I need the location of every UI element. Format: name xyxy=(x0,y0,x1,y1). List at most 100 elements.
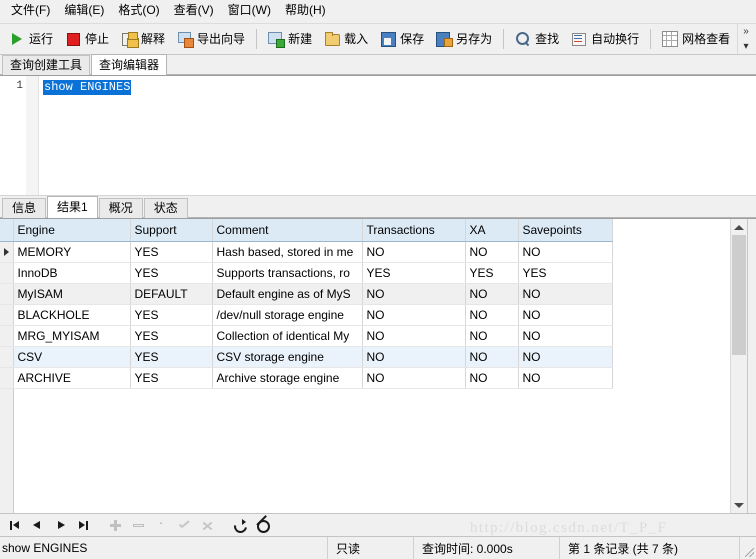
column-header-engine[interactable]: Engine xyxy=(13,219,131,242)
column-header-comment[interactable]: Comment xyxy=(212,219,363,242)
cell-transactions[interactable]: NO xyxy=(362,304,466,326)
cell-xa[interactable]: NO xyxy=(465,325,519,347)
table-row[interactable]: BLACKHOLE YES /dev/null storage engine N… xyxy=(0,304,613,326)
scroll-down-button[interactable] xyxy=(731,497,747,513)
menu-item-edit[interactable]: 编辑(E) xyxy=(57,1,111,21)
cell-transactions[interactable]: NO xyxy=(362,367,466,389)
menu-item-view[interactable]: 查看(V) xyxy=(167,1,221,21)
table-row[interactable]: CSV YES CSV storage engine NO NO NO xyxy=(0,346,613,368)
cell-comment[interactable]: Supports transactions, ro xyxy=(212,262,363,284)
tab-query-builder[interactable]: 查询创建工具 xyxy=(2,55,91,75)
tab-messages[interactable]: 信息 xyxy=(2,198,47,218)
sql-text-area[interactable]: show ENGINES xyxy=(39,76,756,195)
cell-support[interactable]: YES xyxy=(130,304,213,326)
result-grid-scroll[interactable]: Engine Support Comment Transactions XA S… xyxy=(0,219,730,513)
cell-savepoints[interactable]: YES xyxy=(518,262,613,284)
grid-view-button[interactable]: 网格查看 xyxy=(656,26,736,52)
cell-support[interactable]: YES xyxy=(130,241,213,263)
tab-result-1[interactable]: 结果1 xyxy=(47,196,98,218)
explain-button[interactable]: 解释 xyxy=(115,26,171,52)
cell-engine[interactable]: ARCHIVE xyxy=(13,367,131,389)
table-row[interactable]: MEMORY YES Hash based, stored in me NO N… xyxy=(0,241,613,263)
cell-support[interactable]: YES xyxy=(130,262,213,284)
table-row[interactable]: InnoDB YES Supports transactions, ro YES… xyxy=(0,262,613,284)
export-wizard-button[interactable]: 导出向导 xyxy=(171,26,251,52)
cell-transactions[interactable]: YES xyxy=(362,262,466,284)
new-query-button[interactable]: 新建 xyxy=(262,26,318,52)
column-header-xa[interactable]: XA xyxy=(465,219,519,242)
first-record-button[interactable] xyxy=(4,515,25,535)
cell-support[interactable]: DEFAULT xyxy=(130,283,213,305)
column-header-savepoints[interactable]: Savepoints xyxy=(518,219,613,242)
menu-item-window[interactable]: 窗口(W) xyxy=(221,1,278,21)
last-record-button[interactable] xyxy=(73,515,94,535)
cell-savepoints[interactable]: NO xyxy=(518,283,613,305)
cell-engine[interactable]: MRG_MYISAM xyxy=(13,325,131,347)
cell-transactions[interactable]: NO xyxy=(362,325,466,347)
cell-savepoints[interactable]: NO xyxy=(518,241,613,263)
cell-transactions[interactable]: NO xyxy=(362,346,466,368)
toolbar-overflow-button[interactable]: » ▾ xyxy=(737,24,754,54)
cell-engine[interactable]: BLACKHOLE xyxy=(13,304,131,326)
find-button[interactable]: 查找 xyxy=(509,26,565,52)
cell-xa[interactable]: NO xyxy=(465,241,519,263)
refresh-button[interactable] xyxy=(229,515,250,535)
table-row[interactable]: ARCHIVE YES Archive storage engine NO NO… xyxy=(0,367,613,389)
cell-transactions[interactable]: NO xyxy=(362,241,466,263)
cell-support[interactable]: YES xyxy=(130,367,213,389)
cell-engine[interactable]: InnoDB xyxy=(13,262,131,284)
row-indicator xyxy=(0,304,14,326)
sql-selected-text[interactable]: show ENGINES xyxy=(43,80,132,95)
scroll-track[interactable] xyxy=(731,235,747,497)
cell-xa[interactable]: NO xyxy=(465,283,519,305)
tab-query-editor[interactable]: 查询编辑器 xyxy=(91,54,168,75)
cell-xa[interactable]: NO xyxy=(465,346,519,368)
table-row[interactable]: MRG_MYISAM YES Collection of identical M… xyxy=(0,325,613,347)
cell-comment[interactable]: Archive storage engine xyxy=(212,367,363,389)
cell-xa[interactable]: YES xyxy=(465,262,519,284)
save-as-button[interactable]: 另存为 xyxy=(430,26,498,52)
table-row[interactable]: MyISAM DEFAULT Default engine as of MyS … xyxy=(0,283,613,305)
load-button[interactable]: 载入 xyxy=(318,26,374,52)
cell-xa[interactable]: NO xyxy=(465,304,519,326)
cell-engine[interactable]: MEMORY xyxy=(13,241,131,263)
cell-savepoints[interactable]: NO xyxy=(518,325,613,347)
stop-loading-button[interactable] xyxy=(252,515,273,535)
cell-comment[interactable]: CSV storage engine xyxy=(212,346,363,368)
column-header-transactions[interactable]: Transactions xyxy=(362,219,466,242)
grid-vertical-scrollbar[interactable] xyxy=(730,219,747,513)
cell-support[interactable]: YES xyxy=(130,325,213,347)
prev-record-button[interactable] xyxy=(27,515,48,535)
next-record-button[interactable] xyxy=(50,515,71,535)
cell-support[interactable]: YES xyxy=(130,346,213,368)
cell-comment[interactable]: Default engine as of MyS xyxy=(212,283,363,305)
cell-comment[interactable]: Hash based, stored in me xyxy=(212,241,363,263)
save-button[interactable]: 保存 xyxy=(374,26,430,52)
cell-savepoints[interactable]: NO xyxy=(518,367,613,389)
tab-profile[interactable]: 概况 xyxy=(98,198,143,218)
resize-grip[interactable] xyxy=(740,537,756,559)
cell-engine[interactable]: MyISAM xyxy=(13,283,131,305)
grid-header-row: Engine Support Comment Transactions XA S… xyxy=(0,219,613,242)
cell-comment[interactable]: Collection of identical My xyxy=(212,325,363,347)
scroll-thumb[interactable] xyxy=(732,235,746,355)
cell-transactions[interactable]: NO xyxy=(362,283,466,305)
column-header-support[interactable]: Support xyxy=(130,219,213,242)
menu-item-help[interactable]: 帮助(H) xyxy=(278,1,333,21)
word-wrap-button[interactable]: 自动换行 xyxy=(565,26,645,52)
run-button[interactable]: 运行 xyxy=(3,26,59,52)
stop-button[interactable]: 停止 xyxy=(59,26,115,52)
cell-engine[interactable]: CSV xyxy=(13,346,131,368)
menu-item-format[interactable]: 格式(O) xyxy=(111,1,166,21)
row-indicator-header xyxy=(0,219,14,242)
cell-xa[interactable]: NO xyxy=(465,367,519,389)
cell-savepoints[interactable]: NO xyxy=(518,346,613,368)
cell-comment[interactable]: /dev/null storage engine xyxy=(212,304,363,326)
scroll-up-button[interactable] xyxy=(731,219,747,235)
result-grid[interactable]: Engine Support Comment Transactions XA S… xyxy=(0,219,613,389)
tab-status[interactable]: 状态 xyxy=(143,198,188,218)
sql-editor[interactable]: 1 show ENGINES xyxy=(0,75,756,195)
editor-marker-gutter[interactable] xyxy=(26,76,39,195)
menu-item-file[interactable]: 文件(F) xyxy=(4,1,57,21)
cell-savepoints[interactable]: NO xyxy=(518,304,613,326)
